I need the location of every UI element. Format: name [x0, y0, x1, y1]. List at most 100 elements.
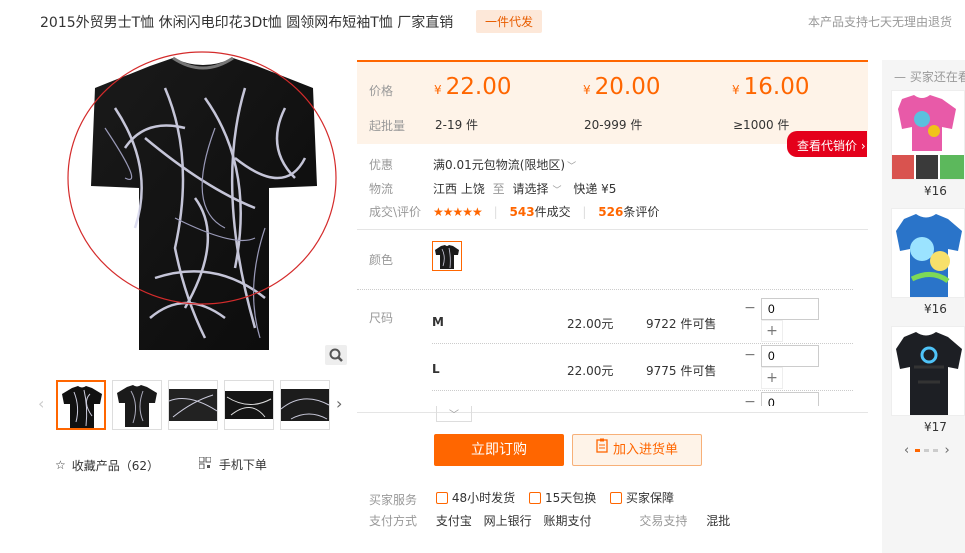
reviews-suffix: 条评价 [623, 205, 660, 219]
reviews-count[interactable]: 526 [598, 205, 623, 219]
thumbnail-strip: ‹ › [38, 378, 350, 430]
order-now-button[interactable]: 立即订购 [434, 434, 564, 466]
color-label: 颜色 [369, 253, 394, 267]
minus-icon[interactable]: − [739, 298, 761, 320]
ship-from: 江西 上饶 [433, 182, 485, 196]
thumb-prev-icon[interactable]: ‹ [38, 394, 44, 413]
quantity-input[interactable] [761, 298, 819, 320]
qrcode-icon [198, 456, 212, 472]
divider [432, 343, 853, 344]
size-name: M [432, 315, 444, 329]
shield-icon [610, 491, 623, 504]
add-to-cart-label: 加入进货单 [612, 442, 678, 458]
minus-icon[interactable]: − [739, 345, 761, 367]
sidebar-title: — 买家还在看 [894, 70, 965, 84]
size-option: M 22.00元 9722 件可售 − + [432, 298, 852, 344]
separator: | [493, 205, 498, 219]
service-item[interactable]: 买家保障 [610, 489, 674, 506]
batch-tier-3: ≥1000 件 [733, 118, 790, 132]
plus-icon[interactable]: + [761, 320, 783, 342]
chevron-right-icon[interactable]: › [944, 443, 949, 458]
recommend-item[interactable] [891, 208, 965, 298]
favorite-row: ☆ 收藏产品（62） 手机下单 [55, 456, 303, 474]
thumb-next-icon[interactable]: › [336, 394, 342, 413]
logistics-row: 物流 江西 上饶 至 请选择 ﹀ 快递 ¥5 [369, 180, 616, 197]
favorite-button[interactable]: ☆ 收藏产品（62） [55, 457, 159, 474]
rating-stars: ★★★★★ [433, 205, 483, 219]
buyer-services-row: 买家服务 48小时发货 15天包换 买家保障 [369, 489, 684, 508]
thumbnail[interactable] [280, 380, 330, 430]
title-bar: 2015外贸男士T恤 休闲闪电印花3Dt恤 圆领网布短袖T恤 厂家直销 一件代发… [40, 10, 955, 34]
truck-icon [435, 491, 448, 504]
chevron-down-icon[interactable]: ﹀ [567, 162, 576, 172]
recommend-sidebar: — 买家还在看 ¥16 ¥16 ¥17 ‹ › [882, 60, 965, 553]
pager-dot[interactable] [915, 449, 921, 452]
deals-suffix: 件成交 [534, 205, 571, 219]
service-item[interactable]: 48小时发货 [435, 489, 515, 506]
chevron-left-icon[interactable]: ‹ [904, 443, 909, 458]
promo-value[interactable]: 满0.01元包物流(限地区) [433, 158, 565, 172]
to-word: 至 [492, 182, 505, 196]
dropship-badge[interactable]: 一件代发 [476, 10, 543, 33]
recommend-item[interactable] [891, 326, 965, 416]
expand-sizes-button[interactable]: ﹀ [436, 406, 472, 422]
color-row: 颜色 [369, 251, 429, 268]
logistics-label: 物流 [369, 182, 394, 196]
favorite-label: 收藏产品（62） [71, 458, 160, 473]
destination-select[interactable]: 请选择 [513, 182, 549, 196]
exchange-icon [528, 491, 541, 504]
divider [357, 229, 868, 230]
mobile-order-button[interactable]: 手机下单 [198, 456, 267, 473]
divider [357, 289, 853, 290]
trade-support-label: 交易支持 [639, 514, 688, 528]
thumbnail[interactable] [224, 380, 274, 430]
add-to-cart-button[interactable]: 加入进货单 [572, 434, 702, 466]
zoom-icon[interactable] [325, 345, 347, 365]
payment-method: 支付宝 [435, 514, 472, 528]
payment-method: 网上银行 [483, 514, 532, 528]
chevron-down-icon: ﹀ [449, 410, 459, 421]
agent-price-button[interactable]: 查看代销价 › [787, 131, 867, 157]
quantity-input[interactable] [761, 392, 819, 406]
thumbnail[interactable] [168, 380, 218, 430]
promo-row: 优惠 满0.01元包物流(限地区) ﹀ [369, 156, 576, 173]
pager-dot[interactable] [933, 449, 939, 452]
product-title: 2015外贸男士T恤 休闲闪电印花3Dt恤 圆领网布短袖T恤 厂家直销 [40, 15, 454, 31]
recommend-item[interactable] [891, 90, 965, 180]
sidebar-pager: ‹ › [904, 443, 950, 458]
thumbnail[interactable] [112, 380, 162, 430]
thumbnail[interactable] [56, 380, 106, 430]
size-name: L [432, 362, 440, 376]
minus-icon[interactable]: − [739, 392, 761, 406]
price-label: 价格 [369, 84, 394, 98]
service-item[interactable]: 15天包换 [528, 489, 596, 506]
chevron-right-icon: › [857, 139, 866, 153]
color-swatch[interactable] [432, 241, 462, 271]
main-product-image[interactable] [55, 48, 350, 368]
separator: | [582, 205, 587, 219]
price-tier-2: ¥20.00 [583, 74, 661, 100]
recommend-price: ¥16 [924, 184, 947, 198]
batch-tier-1: 2-19 件 [435, 118, 479, 132]
size-label: 尺码 [369, 311, 394, 325]
promo-label: 优惠 [369, 158, 394, 172]
deal-label: 成交\评价 [369, 205, 422, 219]
pager-dot[interactable] [924, 449, 930, 452]
plus-icon[interactable]: + [761, 367, 783, 389]
clipboard-icon [596, 435, 608, 465]
divider [357, 412, 868, 413]
payment-method: 账期支付 [543, 514, 592, 528]
batch-tier-2: 20-999 件 [584, 118, 643, 132]
mobile-order-label: 手机下单 [218, 458, 267, 472]
size-option: − [432, 392, 852, 406]
quantity-input[interactable] [761, 345, 819, 367]
size-stock: 9775 件可售 [646, 364, 717, 378]
star-outline-icon: ☆ [55, 458, 66, 472]
deals-count[interactable]: 543 [510, 205, 535, 219]
deal-row: 成交\评价 ★★★★★ | 543件成交 | 526条评价 [369, 203, 659, 220]
size-option: L 22.00元 9775 件可售 − + [432, 345, 852, 391]
chevron-down-icon[interactable]: ﹀ [553, 186, 562, 196]
size-row-label: 尺码 [369, 309, 429, 326]
divider [432, 390, 853, 391]
payment-label: 支付方式 [369, 514, 418, 528]
